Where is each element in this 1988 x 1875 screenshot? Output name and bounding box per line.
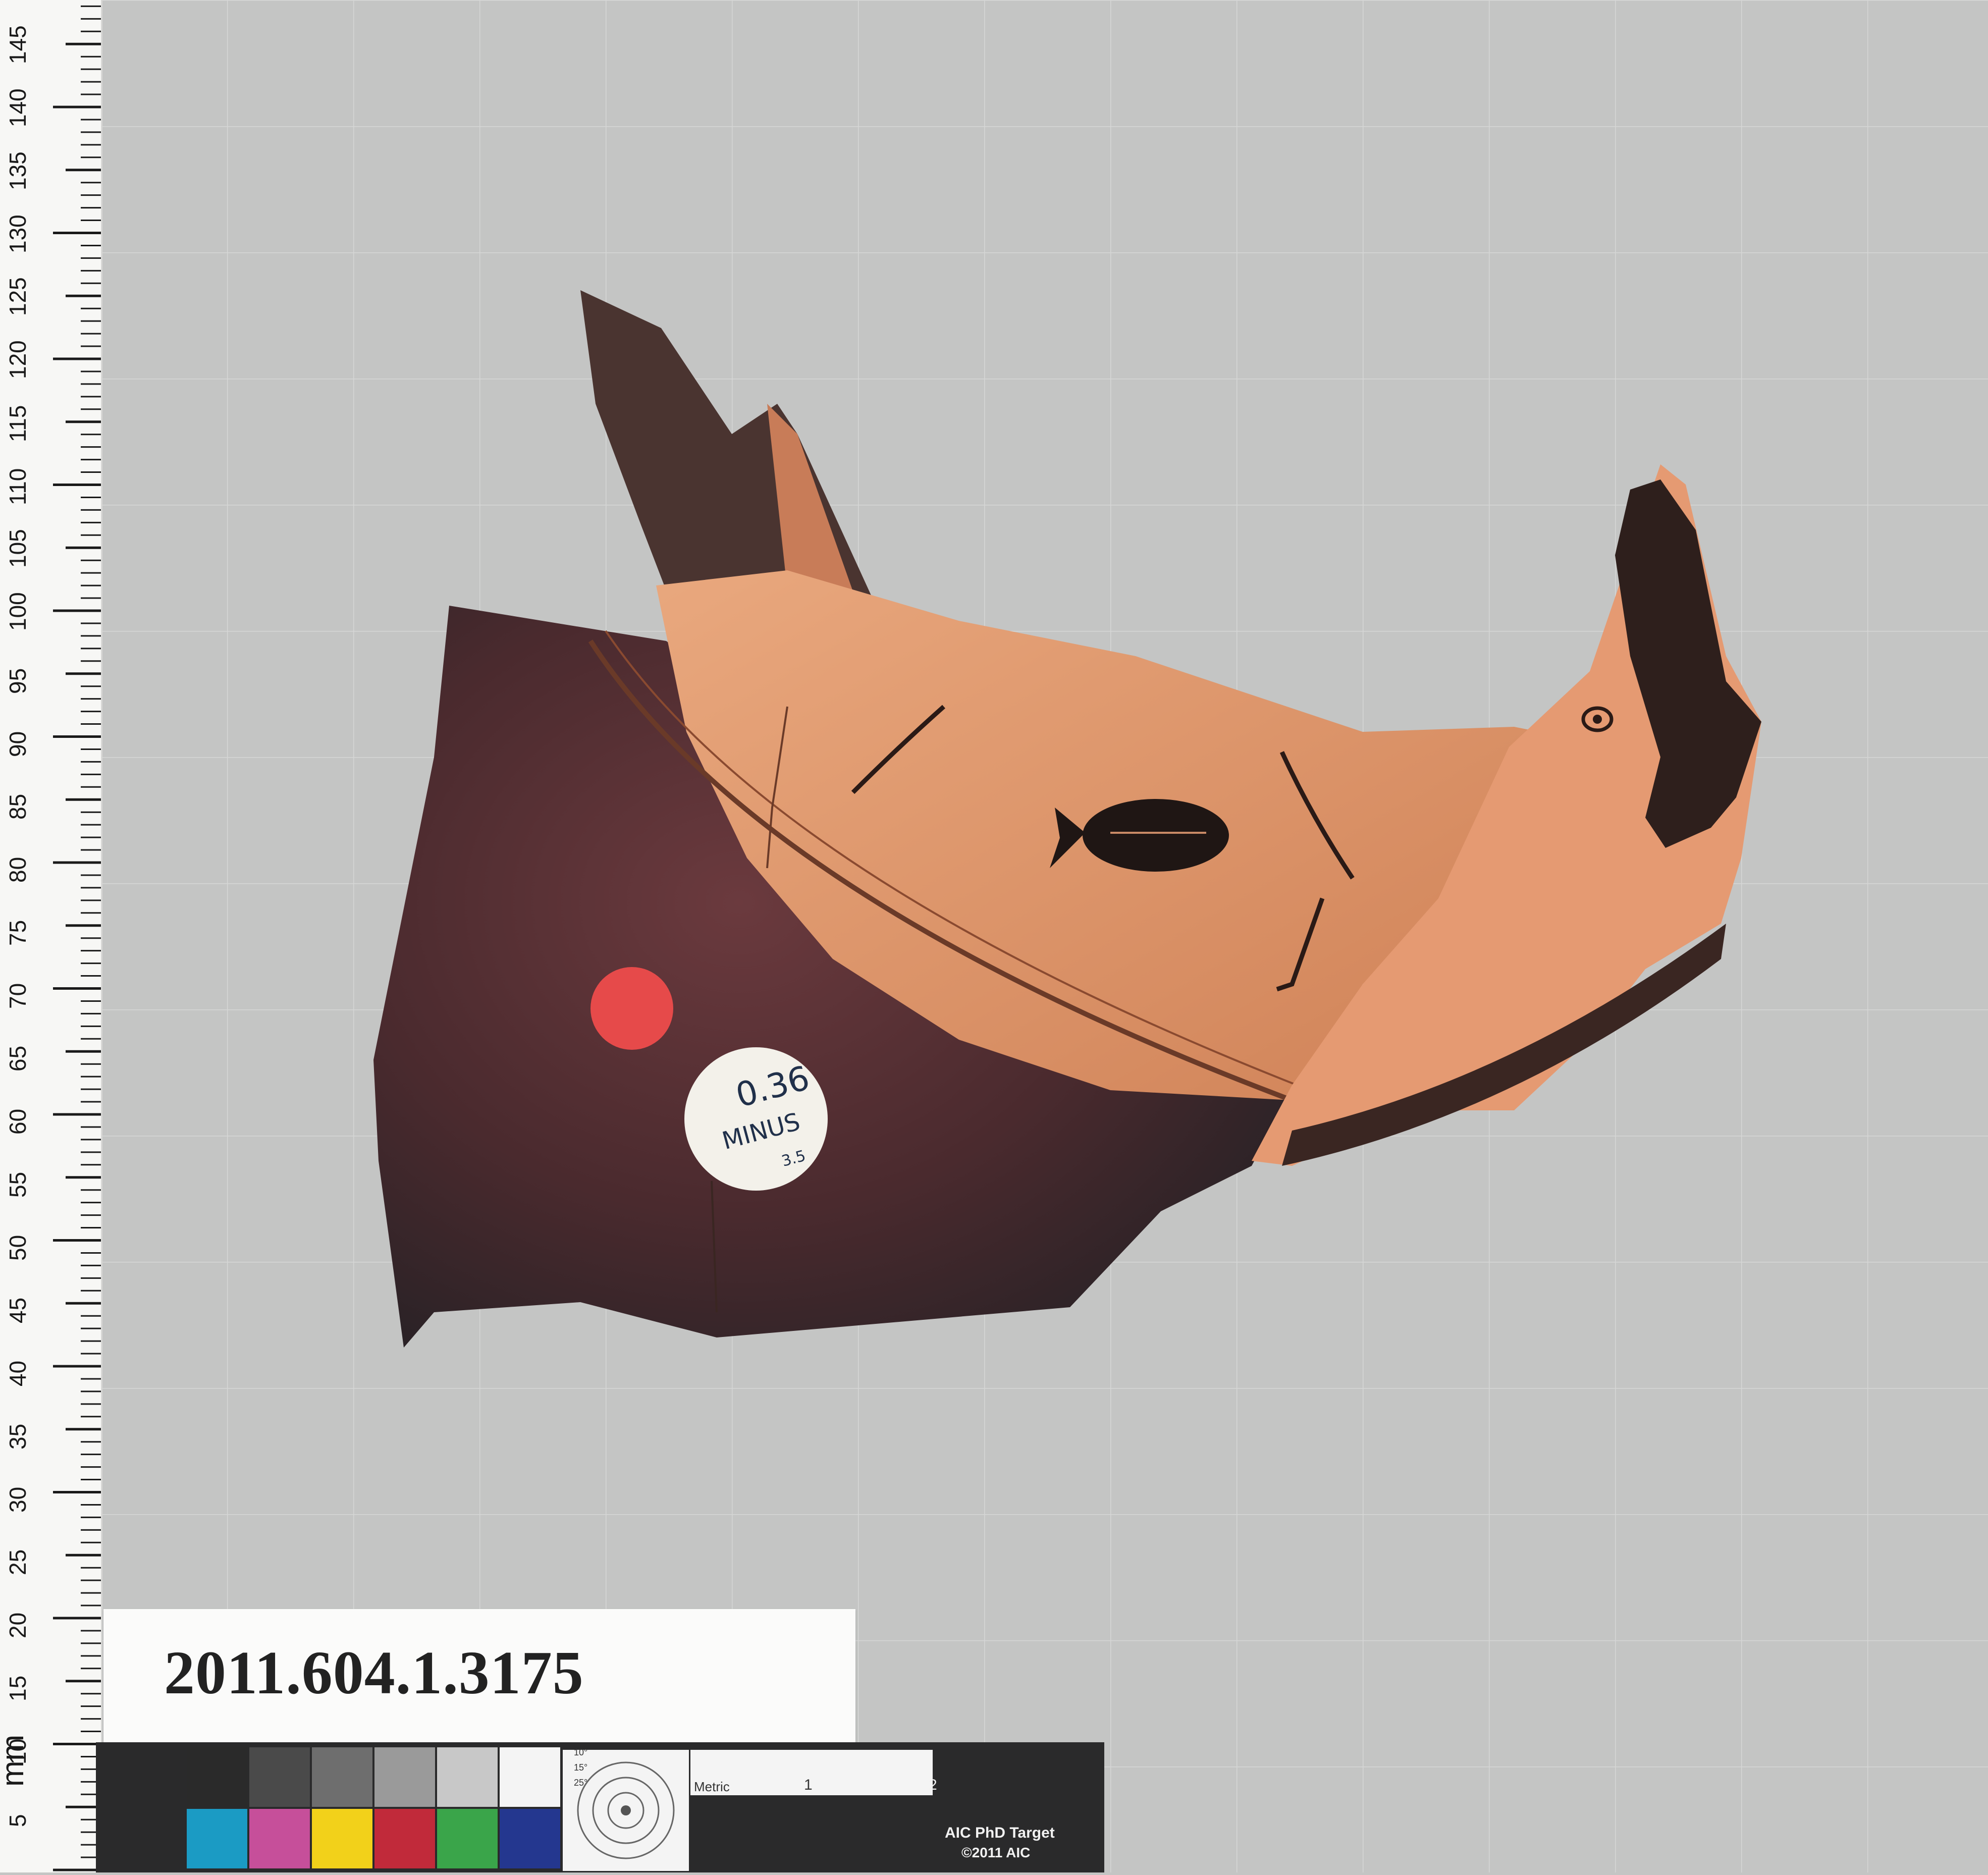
target-angle-3: 25° xyxy=(574,1778,588,1788)
ruler-tick-label: 65 xyxy=(5,1046,31,1072)
ruler-tick-label: 140 xyxy=(5,88,31,127)
ruler-tick-label: 35 xyxy=(5,1423,31,1450)
color-patch xyxy=(500,1747,560,1807)
ruler-tick-label: 100 xyxy=(5,592,31,631)
ruler-tick-label: 55 xyxy=(5,1171,31,1198)
pottery-fragment xyxy=(373,290,1761,1348)
ruler-tick-label: 30 xyxy=(5,1486,31,1513)
ruler-unit-label: mm xyxy=(0,1734,30,1787)
color-patch xyxy=(187,1809,247,1868)
ruler-tick-label: 25 xyxy=(5,1549,31,1576)
ruler-tick-label: 145 xyxy=(5,25,31,65)
ruler-tick-label: 120 xyxy=(5,340,31,379)
target-copyright: ©2011 AIC xyxy=(961,1845,1031,1860)
ruler-tick-label: 75 xyxy=(5,920,31,946)
ruler-tick-label: 50 xyxy=(5,1235,31,1261)
photo-scene: 0.36 MINUS 3.5 5 10 15 20 25 30 35 40 45 50 55 60 65… xyxy=(0,0,1988,1872)
ruler-tick-label: 85 xyxy=(5,794,31,820)
ruler-tick-label: 115 xyxy=(5,405,31,442)
color-patch xyxy=(500,1809,560,1868)
color-patch xyxy=(374,1809,435,1868)
ruler-tick-label: 110 xyxy=(5,468,31,505)
ruler-tick-label: 130 xyxy=(5,214,31,253)
target-angle-1: 10° xyxy=(574,1747,588,1757)
ruler-tick-label: 40 xyxy=(5,1360,31,1386)
color-patch xyxy=(249,1809,310,1868)
color-patches xyxy=(187,1747,933,1871)
ruler-tick-label: 45 xyxy=(5,1298,31,1324)
color-patch xyxy=(374,1747,435,1807)
ruler-tick-label: 135 xyxy=(5,151,31,190)
ruler-tick-label: 90 xyxy=(5,731,31,757)
color-patch xyxy=(437,1747,498,1807)
color-patch xyxy=(187,1747,247,1807)
ruler-tick-label: 70 xyxy=(5,983,31,1009)
ruler-tick-label: 20 xyxy=(5,1612,31,1638)
ruler-tick-label: 60 xyxy=(5,1108,31,1135)
ruler-tick-label: 80 xyxy=(5,856,31,883)
metric-label: Metric xyxy=(694,1779,730,1794)
ruler-tick-label: 95 xyxy=(5,668,31,694)
accession-number: 2011.604.1.3175 xyxy=(164,1639,584,1707)
red-dot-sticker xyxy=(590,967,673,1050)
ruler-tick-label: 15 xyxy=(5,1675,31,1701)
color-patch xyxy=(249,1747,310,1807)
target-angle-2: 15° xyxy=(574,1762,588,1773)
color-patch xyxy=(312,1747,372,1807)
ruler-tick-label: 105 xyxy=(5,529,31,568)
color-target xyxy=(96,1742,1104,1872)
scale-mark-2: 2 xyxy=(929,1777,937,1793)
color-patch xyxy=(437,1809,498,1868)
ruler-tick-label: 125 xyxy=(5,277,31,316)
scale-mark-1: 1 xyxy=(804,1777,813,1793)
color-patch xyxy=(312,1809,372,1868)
target-title: AIC PhD Target xyxy=(945,1825,1055,1841)
ruler-tick-label: 5 xyxy=(5,1814,31,1828)
